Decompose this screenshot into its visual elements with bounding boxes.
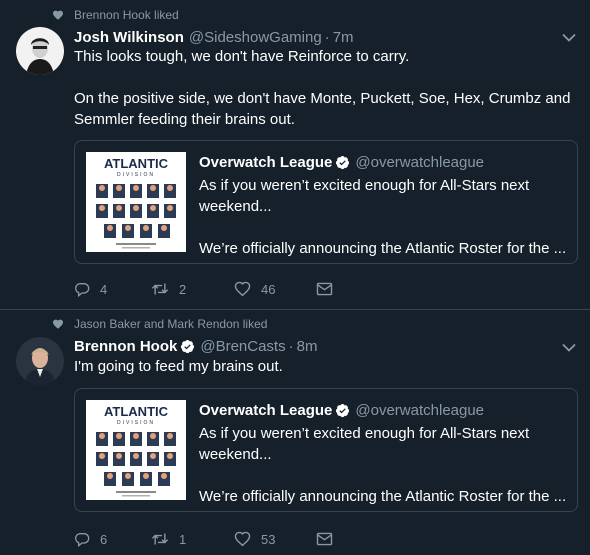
quote-text: As if you weren’t excited enough for All… (199, 175, 567, 259)
display-name[interactable]: Josh Wilkinson (74, 29, 184, 46)
quote-thumbnail: ATLANTIC DIVISION (86, 400, 186, 500)
verified-badge-icon (335, 155, 350, 170)
handle[interactable]: @SideshowGaming (189, 29, 322, 46)
social-context-text: Brennon Hook liked (74, 8, 179, 22)
like-count: 53 (261, 531, 276, 547)
avatar[interactable] (16, 337, 64, 385)
retweet-button[interactable]: 1 (151, 529, 186, 549)
quote-text-line: As if you weren’t excited enough for All… (199, 425, 530, 463)
social-context: Jason Baker and Mark Rendon liked (52, 316, 267, 332)
envelope-icon (316, 532, 333, 546)
retweet-count: 2 (179, 281, 187, 297)
reply-icon (74, 531, 90, 547)
tweet-text-line: This looks tough, we don't have Reinforc… (74, 48, 410, 65)
tweet-header: Brennon Hook @BrenCasts · 8m (74, 336, 317, 356)
thumb-title: ATLANTIC (104, 156, 169, 171)
quote-thumbnail: ATLANTIC DIVISION (86, 152, 186, 252)
retweet-icon (151, 281, 169, 297)
quote-text-line: We’re officially announcing the Atlantic… (199, 488, 567, 505)
quote-handle[interactable]: @overwatchleague (355, 154, 484, 171)
verified-badge-icon (180, 339, 195, 354)
thumb-subtitle: DIVISION (117, 420, 155, 426)
retweet-button[interactable]: 2 (151, 279, 186, 299)
quote-handle[interactable]: @overwatchleague (355, 402, 484, 419)
heart-icon (234, 531, 251, 547)
quote-header: Overwatch League @overwatchleague (199, 152, 484, 172)
envelope-icon (316, 282, 333, 296)
timestamp[interactable]: 7m (333, 29, 354, 46)
separator-dot: · (324, 28, 330, 46)
heart-icon (52, 318, 64, 330)
direct-message-button[interactable] (316, 279, 333, 299)
tweet-text-line: I'm going to feed my brains out. (74, 358, 283, 375)
social-context: Brennon Hook liked (52, 7, 179, 23)
like-count: 46 (261, 281, 276, 297)
quoted-tweet[interactable]: ATLANTIC DIVISION Overwatch League @over… (74, 388, 578, 512)
separator-dot: · (288, 337, 294, 355)
quote-header: Overwatch League @overwatchleague (199, 400, 484, 420)
chevron-down-icon[interactable] (562, 340, 576, 354)
quote-text-line: As if you weren’t excited enough for All… (199, 177, 530, 215)
reply-count: 6 (100, 531, 108, 547)
direct-message-button[interactable] (316, 529, 333, 549)
quote-display-name[interactable]: Overwatch League (199, 402, 332, 419)
tweet-text-line: On the positive side, we don't have Mont… (74, 90, 571, 128)
reply-count: 4 (100, 281, 108, 297)
like-button[interactable]: 46 (234, 279, 275, 299)
quote-text-line: We’re officially announcing the Atlantic… (199, 240, 567, 257)
tweet[interactable]: Brennon Hook liked Josh Wilkinson @Sides… (0, 0, 590, 309)
chevron-down-icon[interactable] (562, 30, 576, 44)
heart-icon (234, 281, 251, 297)
timestamp[interactable]: 8m (297, 338, 318, 355)
quote-text: As if you weren’t excited enough for All… (199, 423, 567, 507)
retweet-icon (151, 531, 169, 547)
like-button[interactable]: 53 (234, 529, 275, 549)
tweet-text: This looks tough, we don't have Reinforc… (74, 46, 574, 130)
quoted-tweet[interactable]: ATLANTIC DIVISION Overwatch League @over… (74, 140, 578, 264)
handle[interactable]: @BrenCasts (200, 338, 285, 355)
reply-button[interactable]: 4 (74, 279, 107, 299)
tweet-header: Josh Wilkinson @SideshowGaming · 7m (74, 27, 354, 47)
tweet[interactable]: Jason Baker and Mark Rendon liked Brenno… (0, 310, 590, 555)
display-name[interactable]: Brennon Hook (74, 338, 177, 355)
tweet-text: I'm going to feed my brains out. (74, 356, 574, 377)
avatar[interactable] (16, 27, 64, 75)
thumb-title: ATLANTIC (104, 404, 169, 419)
reply-button[interactable]: 6 (74, 529, 107, 549)
heart-icon (52, 9, 64, 21)
quote-display-name[interactable]: Overwatch League (199, 154, 332, 171)
verified-badge-icon (335, 403, 350, 418)
social-context-text: Jason Baker and Mark Rendon liked (74, 317, 268, 331)
retweet-count: 1 (179, 531, 187, 547)
thumb-subtitle: DIVISION (117, 172, 155, 178)
reply-icon (74, 281, 90, 297)
